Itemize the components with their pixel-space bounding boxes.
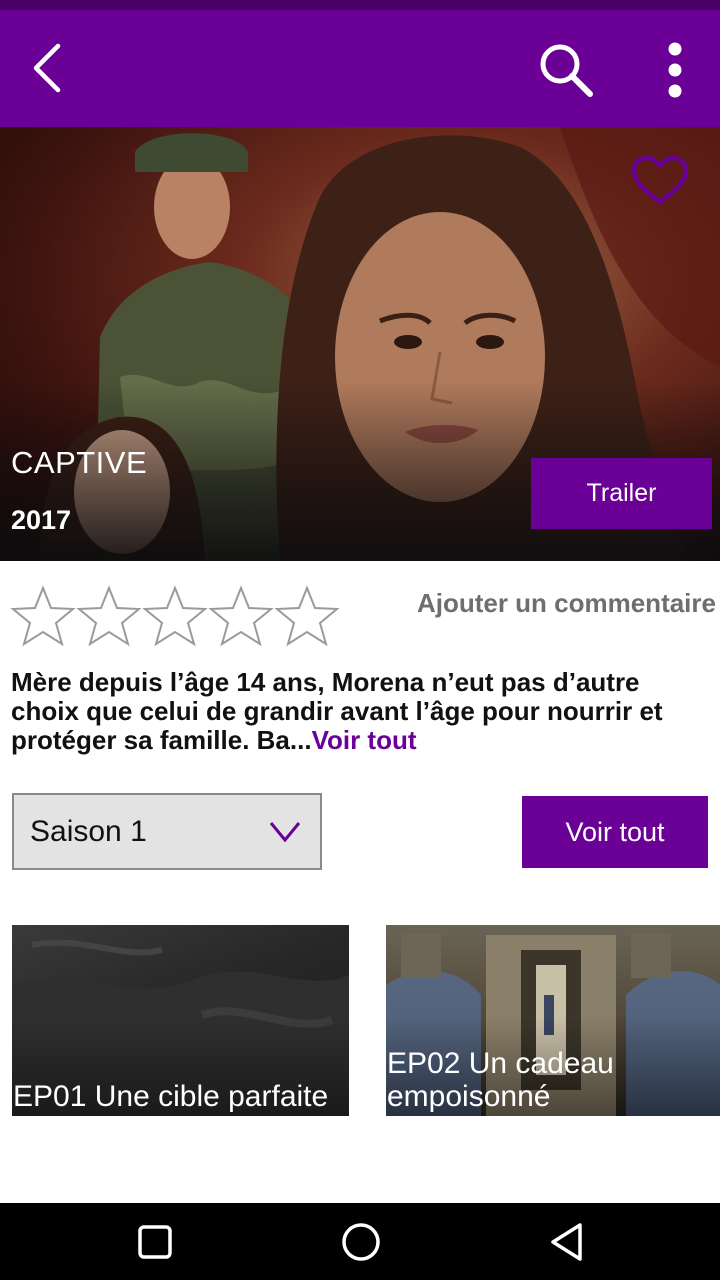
heart-outline-icon[interactable] xyxy=(630,155,690,207)
see-all-episodes-button[interactable]: Voir tout xyxy=(522,796,708,868)
star-rating[interactable] xyxy=(10,585,340,647)
episode-title: EP01 Une cible parfaite xyxy=(13,1080,329,1113)
star-icon[interactable] xyxy=(274,585,340,647)
show-title: CAPTIVE xyxy=(11,445,148,480)
status-bar xyxy=(0,0,720,10)
synopsis: Mère depuis l’âge 14 ans, Morena n’eut p… xyxy=(11,668,681,755)
episode-card[interactable]: EP01 Une cible parfaite xyxy=(12,925,349,1116)
system-navigation-bar xyxy=(0,1203,720,1280)
synopsis-more-link[interactable]: Voir tout xyxy=(312,725,417,755)
season-dropdown[interactable]: Saison 1 xyxy=(12,793,322,870)
more-vertical-icon[interactable] xyxy=(655,40,695,100)
triangle-back-icon[interactable] xyxy=(547,1222,587,1262)
chevron-left-icon[interactable] xyxy=(26,40,70,96)
search-icon[interactable] xyxy=(536,40,596,100)
trailer-button[interactable]: Trailer xyxy=(531,458,712,529)
app-bar xyxy=(0,10,720,127)
square-icon[interactable] xyxy=(135,1222,175,1262)
add-comment-link[interactable]: Ajouter un commentaire xyxy=(417,588,716,619)
star-icon[interactable] xyxy=(208,585,274,647)
episode-title: EP02 Un cadeau empoisonné xyxy=(387,1047,614,1113)
star-icon[interactable] xyxy=(10,585,76,647)
chevron-down-icon xyxy=(269,822,301,843)
circle-icon[interactable] xyxy=(341,1222,381,1262)
season-selected-value: Saison 1 xyxy=(30,814,147,848)
star-icon[interactable] xyxy=(142,585,208,647)
star-icon[interactable] xyxy=(76,585,142,647)
episode-card[interactable]: EP02 Un cadeau empoisonné xyxy=(386,925,720,1116)
hero-banner: CAPTIVE 2017 Trailer xyxy=(0,127,720,561)
show-year: 2017 xyxy=(11,505,72,535)
